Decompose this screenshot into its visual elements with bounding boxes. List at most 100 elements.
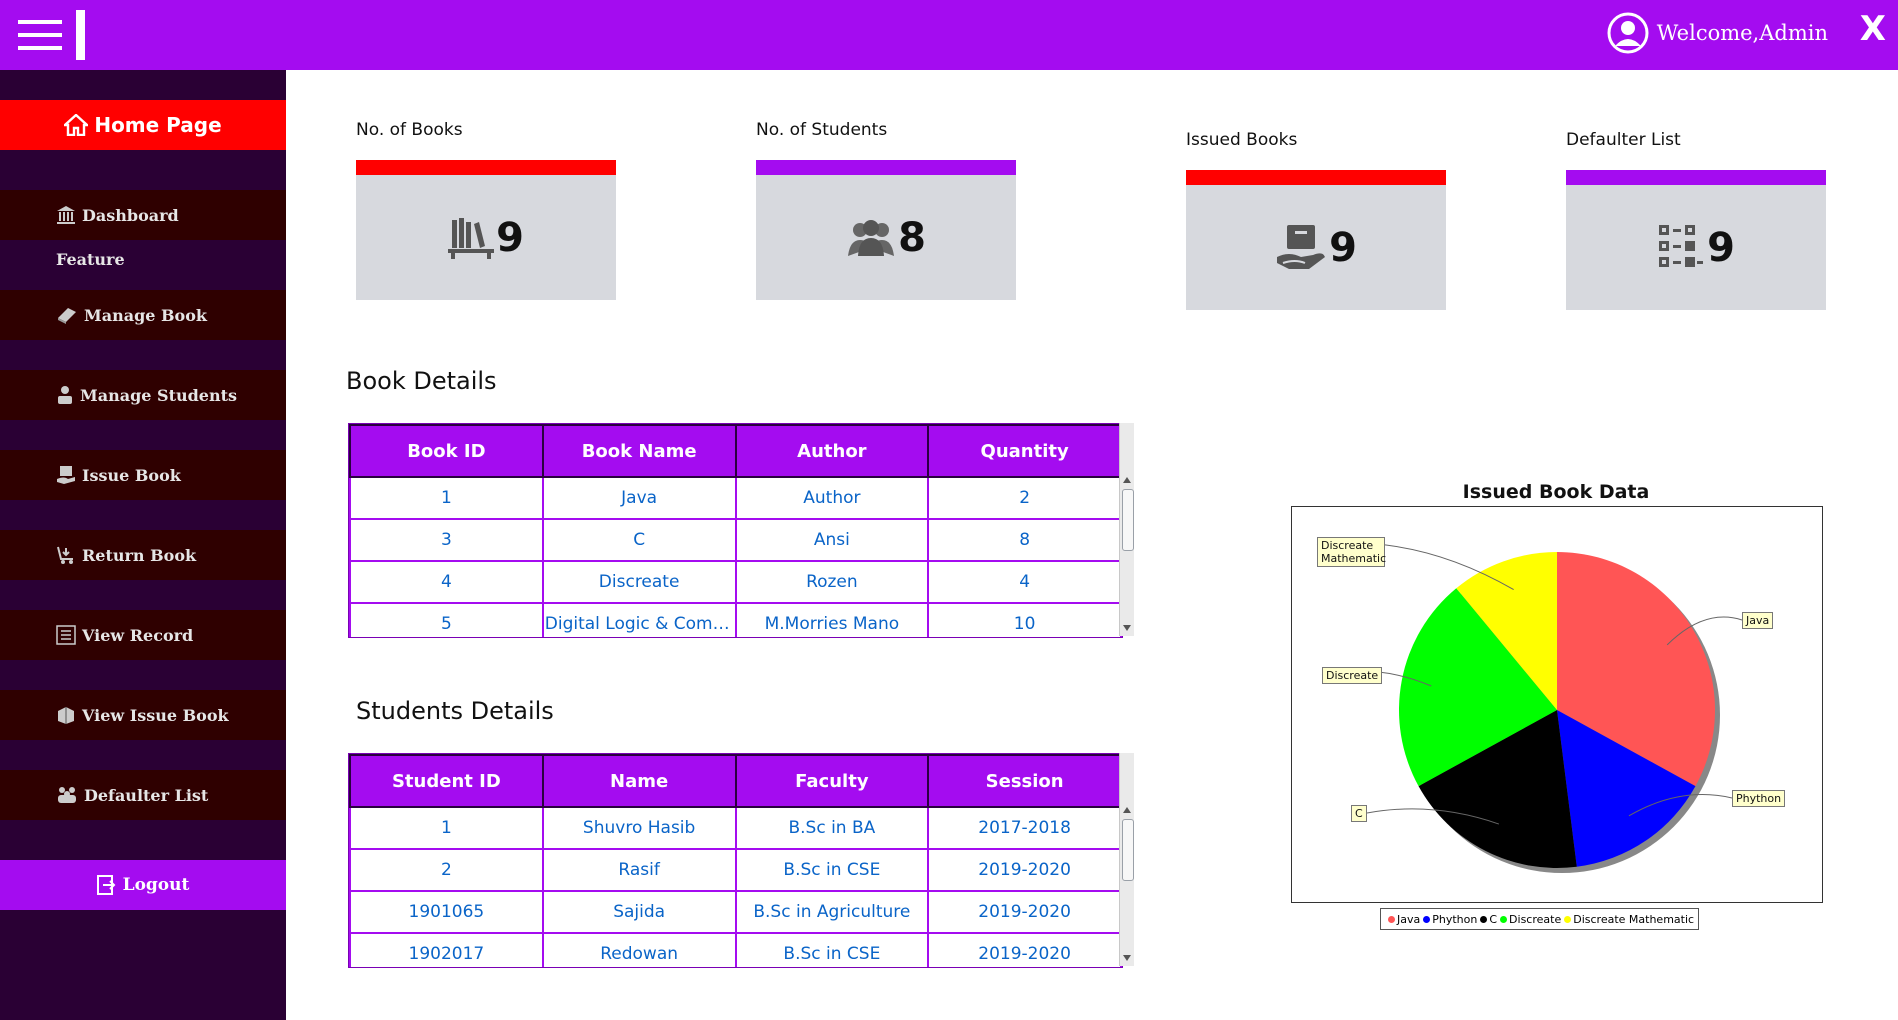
sidebar-item-label: Dashboard — [82, 205, 179, 225]
group-icon — [848, 219, 895, 256]
sidebar-item-home[interactable]: Home Page — [0, 100, 286, 150]
book-details-title: Book Details — [346, 367, 497, 395]
table-cell: 2 — [927, 476, 1122, 520]
card-label-defaulter: Defaulter List — [1566, 130, 1681, 150]
table-cell: 1901065 — [349, 890, 544, 934]
card-bar-books — [356, 160, 616, 175]
scroll-up-arrow-icon[interactable] — [1123, 807, 1131, 813]
students-details-table: Student ID Name Faculty Session 1 Shuvro… — [348, 753, 1123, 968]
return-book-icon — [57, 546, 73, 564]
table-cell: 4 — [927, 560, 1122, 604]
pie-slice-label: Discreate — [1322, 667, 1383, 684]
hamburger-menu-icon[interactable] — [18, 20, 62, 50]
table-header-row: Student ID Name Faculty Session — [349, 754, 1122, 808]
sidebar: Home Page Dashboard Feature Manage Book … — [0, 70, 286, 1020]
table-row[interactable]: 3 C Ansi 8 — [349, 518, 1122, 562]
table-cell: Rasif — [541, 848, 737, 892]
card-value-books: 9 — [496, 214, 524, 261]
sidebar-item-view-issue-book[interactable]: View Issue Book — [0, 690, 286, 740]
column-header[interactable]: Session — [927, 754, 1122, 808]
list-icon — [56, 625, 76, 645]
table-cell: Ansi — [734, 518, 930, 562]
top-bar: Welcome,Admin X — [0, 0, 1898, 70]
scroll-thumb[interactable] — [1122, 489, 1134, 551]
pie-slice-label: C — [1351, 805, 1367, 822]
table-cell: 5 — [349, 602, 544, 637]
sidebar-item-manage-book[interactable]: Manage Book — [0, 290, 286, 340]
legend-swatch — [1500, 915, 1508, 923]
student-icon — [58, 386, 72, 404]
logout-button[interactable]: Logout — [0, 860, 286, 910]
sidebar-item-label: Home Page — [94, 113, 222, 137]
card-label-students: No. of Students — [756, 120, 888, 140]
table-cell: Sajida — [541, 890, 737, 934]
card-defaulter: 9 — [1566, 185, 1826, 310]
scroll-thumb[interactable] — [1122, 819, 1134, 881]
sidebar-item-issue-book[interactable]: Issue Book — [0, 450, 286, 500]
column-header[interactable]: Book ID — [349, 424, 544, 478]
table-cell: Redowan — [541, 932, 737, 967]
book-table-scrollbar[interactable] — [1119, 423, 1134, 636]
legend-swatch — [1423, 915, 1431, 923]
table-cell: 4 — [349, 560, 544, 604]
table-cell: B.Sc in Agriculture — [734, 890, 930, 934]
table-cell: Rozen — [734, 560, 930, 604]
logout-label: Logout — [122, 875, 190, 895]
user-avatar-icon — [1607, 12, 1649, 54]
students-table-scrollbar[interactable] — [1119, 753, 1134, 966]
issue-book-icon — [57, 466, 75, 484]
table-row[interactable]: 5 Digital Logic & Comp... M.Morries Mano… — [349, 602, 1122, 637]
sidebar-item-label: Defaulter List — [84, 785, 209, 805]
checklist-icon — [1659, 224, 1704, 267]
legend-swatch — [1564, 915, 1572, 923]
table-cell: C — [541, 518, 737, 562]
table-cell: B.Sc in CSE — [734, 848, 930, 892]
table-cell: Shuvro Hasib — [541, 806, 737, 850]
column-header[interactable]: Name — [541, 754, 737, 808]
students-details-title: Students Details — [356, 697, 554, 725]
legend-swatch — [1388, 915, 1395, 923]
table-cell: B.Sc in CSE — [734, 932, 930, 967]
table-cell: B.Sc in BA — [734, 806, 930, 850]
pie-slice-label: Java — [1742, 612, 1774, 629]
pie-slice-label: Discreate Mathematic — [1317, 537, 1386, 567]
table-row[interactable]: 1901065 Sajida B.Sc in Agriculture 2019-… — [349, 890, 1122, 934]
legend-item: C — [1489, 912, 1498, 926]
table-row[interactable]: 2 Rasif B.Sc in CSE 2019-2020 — [349, 848, 1122, 892]
hand-book-icon — [1277, 224, 1326, 269]
table-row[interactable]: 4 Discreate Rozen 4 — [349, 560, 1122, 604]
column-header[interactable]: Author — [734, 424, 930, 478]
sidebar-item-return-book[interactable]: Return Book — [0, 530, 286, 580]
card-issued: 9 — [1186, 185, 1446, 310]
sidebar-item-dashboard[interactable]: Dashboard — [0, 190, 286, 240]
column-header[interactable]: Book Name — [541, 424, 737, 478]
sidebar-item-defaulter-list[interactable]: Defaulter List — [0, 770, 286, 820]
column-header[interactable]: Quantity — [927, 424, 1122, 478]
column-header[interactable]: Faculty — [734, 754, 930, 808]
table-cell: Digital Logic & Comp... — [541, 602, 737, 637]
table-cell: 2019-2020 — [927, 848, 1122, 892]
table-cell: Discreate — [541, 560, 737, 604]
legend-item: Java — [1397, 912, 1421, 926]
scroll-up-arrow-icon[interactable] — [1123, 477, 1131, 483]
logout-icon — [96, 875, 116, 895]
table-row[interactable]: 1902017 Redowan B.Sc in CSE 2019-2020 — [349, 932, 1122, 967]
table-row[interactable]: 1 Java Author 2 — [349, 476, 1122, 520]
close-button[interactable]: X — [1860, 9, 1886, 49]
table-row[interactable]: 1 Shuvro Hasib B.Sc in BA 2017-2018 — [349, 806, 1122, 850]
card-students: 8 — [756, 175, 1016, 300]
sidebar-item-manage-students[interactable]: Manage Students — [0, 370, 286, 420]
column-header[interactable]: Student ID — [349, 754, 544, 808]
table-cell: 8 — [927, 518, 1122, 562]
table-cell: Author — [734, 476, 930, 520]
bank-icon — [57, 206, 75, 224]
scroll-down-arrow-icon[interactable] — [1123, 955, 1131, 961]
sidebar-item-view-record[interactable]: View Record — [0, 610, 286, 660]
table-header-row: Book ID Book Name Author Quantity — [349, 424, 1122, 478]
card-label-issued: Issued Books — [1186, 130, 1298, 150]
table-cell: 1 — [349, 806, 544, 850]
card-value-students: 8 — [898, 214, 926, 261]
legend-item: Phython — [1432, 912, 1478, 926]
scroll-down-arrow-icon[interactable] — [1123, 625, 1131, 631]
sidebar-item-label: Manage Students — [80, 385, 237, 405]
